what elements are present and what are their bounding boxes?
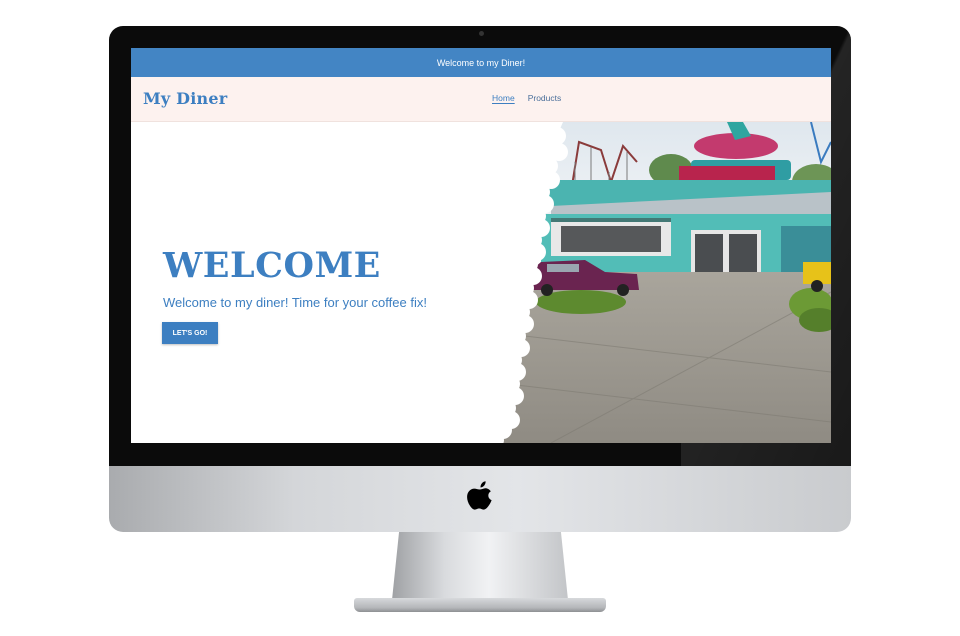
nav-link-products[interactable]: Products — [528, 93, 562, 103]
monitor-stand-base — [354, 598, 606, 612]
monitor-stand-neck — [392, 532, 568, 600]
site-header: My Diner Home Products — [131, 77, 831, 122]
lets-go-button[interactable]: LET'S GO! — [162, 322, 218, 344]
announcement-text: Welcome to my Diner! — [436, 57, 526, 68]
camera-icon — [479, 31, 484, 36]
brand-logo[interactable]: My Diner — [143, 89, 227, 108]
announcement-bar: Welcome to my Diner! — [131, 48, 831, 77]
main-nav: Home Products — [492, 93, 561, 103]
hero-subtitle: Welcome to my diner! Time for your coffe… — [163, 295, 427, 310]
nav-link-home[interactable]: Home — [492, 93, 515, 103]
apple-logo-icon — [467, 481, 492, 510]
screen: Welcome to my Diner! My Diner Home Produ… — [131, 48, 831, 443]
hero-section: WELCOME Welcome to my diner! Time for yo… — [131, 122, 831, 443]
hero-title: WELCOME — [163, 245, 381, 286]
